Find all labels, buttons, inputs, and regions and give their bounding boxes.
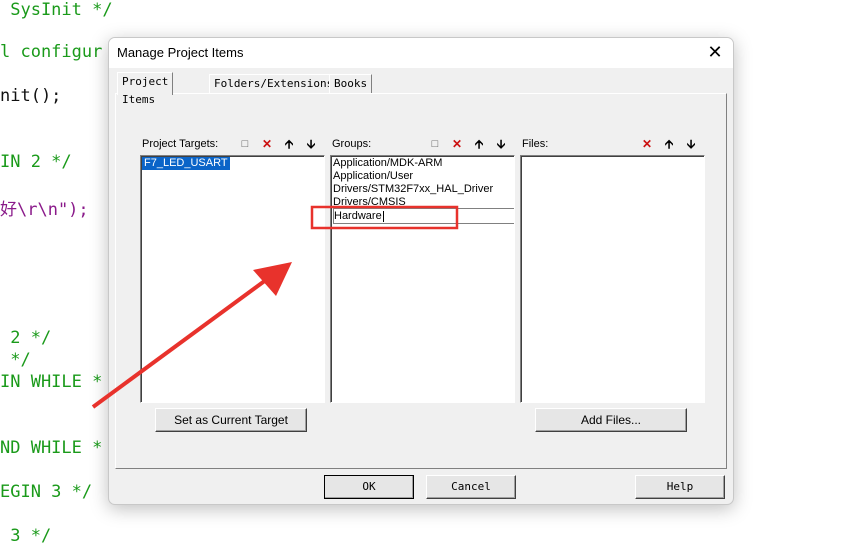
code-line: 好\r\n");: [0, 200, 89, 220]
dialog-titlebar[interactable]: Manage Project Items ✕: [109, 38, 733, 68]
cancel-button[interactable]: Cancel: [426, 475, 516, 499]
tab-books[interactable]: Books: [329, 74, 373, 93]
list-item[interactable]: Drivers/STM32F7xx_HAL_Driver: [333, 183, 493, 196]
delete-icon[interactable]: ✕: [448, 136, 466, 152]
set-current-target-button[interactable]: Set as Current Target: [155, 408, 307, 432]
manage-project-items-dialog: Manage Project Items ✕ Project Items Fol…: [108, 37, 734, 505]
groups-header: Groups: □ ✕ 🡩 🡫: [330, 134, 516, 154]
text-caret: [382, 210, 384, 222]
delete-icon[interactable]: ✕: [258, 136, 276, 152]
help-button[interactable]: Help: [635, 475, 725, 499]
tab-folders-extensions[interactable]: Folders/Extensions: [209, 74, 339, 93]
tab-panel: Project Targets: □ ✕ 🡩 🡫 F7_LED_USART Gr…: [115, 93, 727, 469]
code-line: nit();: [0, 86, 62, 106]
code-line: */: [0, 350, 31, 370]
code-line: IN WHILE *: [0, 372, 103, 392]
add-files-button[interactable]: Add Files...: [535, 408, 687, 432]
files-list[interactable]: [520, 155, 705, 403]
arrow-down-icon[interactable]: 🡫: [302, 136, 320, 152]
code-line: ND WHILE *: [0, 438, 103, 458]
code-line: 2 */: [0, 328, 52, 348]
arrow-up-icon[interactable]: 🡩: [280, 136, 298, 152]
code-line: 3 */: [0, 526, 52, 546]
list-item[interactable]: Application/User: [333, 170, 413, 183]
code-line: SysInit */: [0, 0, 113, 20]
arrow-up-icon[interactable]: 🡩: [660, 136, 678, 152]
close-icon[interactable]: ✕: [705, 42, 725, 62]
list-item[interactable]: Application/MDK-ARM: [333, 157, 442, 170]
groups-label: Groups:: [332, 138, 372, 150]
delete-icon[interactable]: ✕: [638, 136, 656, 152]
code-line: IN 2 */: [0, 152, 72, 172]
targets-header: Project Targets: □ ✕ 🡩 🡫: [140, 134, 326, 154]
targets-label: Project Targets:: [142, 138, 219, 150]
code-line: l configur: [0, 42, 103, 62]
files-label: Files:: [522, 138, 549, 150]
arrow-down-icon[interactable]: 🡫: [492, 136, 510, 152]
arrow-up-icon[interactable]: 🡩: [470, 136, 488, 152]
files-header: Files: ✕ 🡩 🡫: [520, 134, 706, 154]
dialog-title: Manage Project Items: [117, 45, 244, 60]
group-name-edit-value: Hardware: [334, 210, 382, 222]
new-icon[interactable]: □: [426, 136, 444, 152]
list-item[interactable]: F7_LED_USART: [142, 157, 230, 170]
ok-button[interactable]: OK: [324, 475, 414, 499]
code-line: EGIN 3 */: [0, 482, 93, 502]
new-icon[interactable]: □: [236, 136, 254, 152]
tab-project-items[interactable]: Project Items: [117, 72, 174, 106]
arrow-down-icon[interactable]: 🡫: [682, 136, 700, 152]
targets-list[interactable]: F7_LED_USART: [140, 155, 325, 403]
groups-list[interactable]: Application/MDK-ARM Application/User Dri…: [330, 155, 515, 403]
group-name-edit-input[interactable]: Hardware: [333, 208, 514, 224]
